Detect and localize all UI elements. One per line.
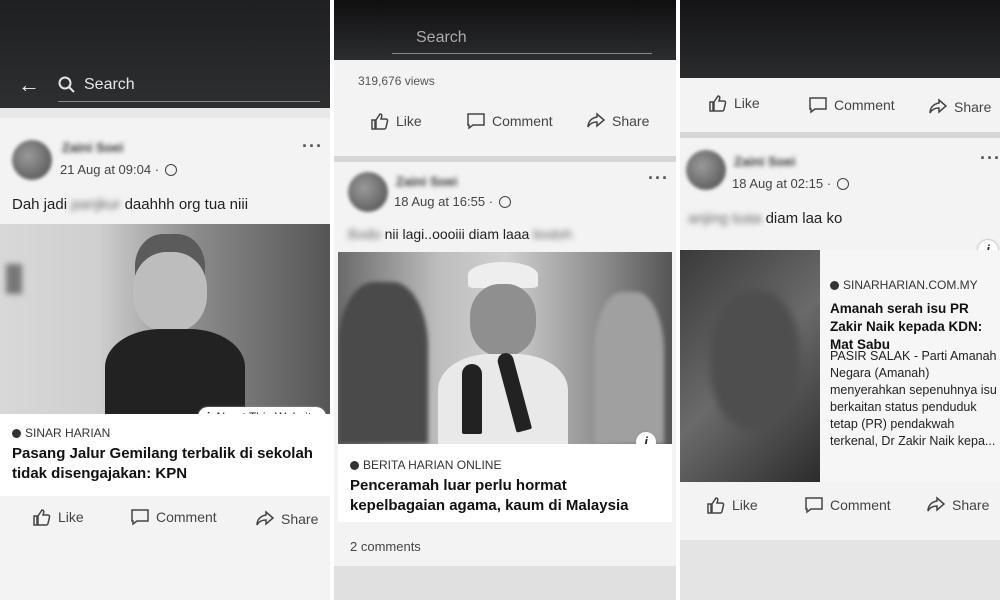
link-source: SINARHARIAN.COM.MY — [830, 278, 978, 292]
more-options-button[interactable]: ··· — [302, 136, 323, 157]
author-name[interactable]: Zaini Soei — [62, 140, 123, 155]
thumbs-up-icon — [707, 497, 725, 514]
man-figure — [710, 290, 800, 430]
author-name[interactable]: Zaini Soei — [734, 154, 795, 169]
avatar[interactable] — [348, 172, 388, 212]
man-figure — [105, 234, 245, 414]
comment-button[interactable]: Comment — [804, 496, 891, 514]
back-arrow-icon[interactable]: ← — [18, 72, 40, 98]
share-button[interactable]: Share — [926, 496, 989, 514]
top-bar — [680, 0, 1000, 78]
link-preview-image[interactable] — [0, 224, 330, 414]
post-timestamp[interactable]: 18 Aug at 16:55 · — [394, 194, 512, 209]
source-icon — [830, 280, 839, 290]
post-timestamp[interactable]: 21 Aug at 09:04 · — [60, 162, 178, 177]
link-snippet: PASIR SALAK - Parti Amanah Negara (Amana… — [830, 349, 997, 448]
comment-bubble-icon — [809, 97, 827, 114]
post-text: anjing tuaa diam laa ko — [688, 210, 843, 227]
share-arrow-icon — [929, 98, 948, 114]
globe-icon — [837, 177, 850, 190]
source-icon — [350, 460, 359, 470]
share-button[interactable]: Share — [586, 112, 649, 130]
comment-bubble-icon — [467, 113, 485, 130]
background-people — [338, 282, 428, 444]
search-underline — [392, 53, 652, 54]
link-headline: Amanah serah isu PR Zakir Naik kepada KD… — [830, 301, 983, 352]
link-preview-image[interactable] — [680, 250, 820, 482]
link-headline: Penceramah luar perlu hormat kepelbagaia… — [350, 477, 629, 514]
search-placeholder: Search — [84, 76, 135, 93]
link-preview-text[interactable]: SINAR HARIAN Pasang Jalur Gemilang terba… — [0, 414, 330, 496]
link-source: BERITA HARIAN ONLINE — [350, 458, 501, 472]
thumbs-up-icon — [371, 113, 389, 130]
thumbs-up-icon — [709, 95, 727, 112]
screenshot-panel-3: Like Comment Share Zaini Soei 18 Aug at … — [680, 0, 1000, 600]
share-arrow-icon — [587, 112, 606, 128]
redacted-word: Bodo — [348, 226, 381, 242]
share-button[interactable]: Share — [928, 98, 991, 116]
thumbs-up-icon — [33, 509, 51, 526]
background-people — [594, 292, 664, 444]
like-button[interactable]: Like — [370, 112, 422, 130]
microphone — [462, 364, 482, 434]
comment-button[interactable]: Comment — [466, 112, 553, 130]
author-name[interactable]: Zaini Soei — [396, 174, 457, 189]
blurred-object — [6, 264, 22, 294]
search-bar[interactable]: Search — [392, 28, 652, 54]
like-button[interactable]: Like — [708, 94, 760, 112]
screenshot-panel-1: ← Search Zaini Soei 21 Aug at 09:04 · ··… — [0, 0, 330, 600]
comments-count[interactable]: 2 comments — [350, 539, 421, 554]
share-arrow-icon — [256, 510, 275, 526]
post-text: Bodo nii lagi..oooiii diam laaa bodoh — [348, 226, 573, 242]
post-card: Zaini Soei 21 Aug at 09:04 · ··· Dah jad… — [0, 118, 330, 600]
comment-bubble-icon — [805, 497, 823, 514]
more-options-button[interactable]: ··· — [648, 168, 669, 189]
link-preview-text[interactable]: SINARHARIAN.COM.MY Amanah serah isu PR Z… — [820, 250, 1000, 482]
post-card: Like Comment Share Zaini Soei 18 Aug at … — [680, 78, 1000, 600]
avatar[interactable] — [12, 140, 52, 180]
comment-button[interactable]: Comment — [130, 508, 217, 526]
avatar[interactable] — [686, 150, 726, 190]
redacted-word: panjkur — [71, 196, 121, 213]
search-icon — [58, 76, 75, 93]
link-source: SINAR HARIAN — [12, 426, 110, 440]
globe-icon — [165, 163, 178, 176]
post-card: 319,676 views Like Comment Share Zaini S… — [334, 60, 676, 600]
source-icon — [12, 428, 21, 438]
separator — [680, 132, 1000, 138]
globe-icon — [499, 195, 512, 208]
view-count: 319,676 views — [358, 74, 435, 88]
separator — [334, 156, 676, 162]
link-preview-image[interactable] — [338, 252, 672, 444]
post-text: Dah jadi panjkur daahhh org tua niii — [12, 196, 249, 213]
like-button[interactable]: Like — [706, 496, 758, 514]
comment-bubble-icon — [131, 509, 149, 526]
search-placeholder: Search — [416, 29, 467, 46]
screenshot-panel-2: Search 319,676 views Like Comment Share … — [334, 0, 676, 600]
redacted-word: anjing tuaa — [688, 210, 762, 227]
comment-button[interactable]: Comment — [808, 96, 895, 114]
post-timestamp[interactable]: 18 Aug at 02:15 · — [732, 176, 850, 191]
search-bar[interactable]: Search — [58, 74, 320, 102]
redacted-word: bodoh — [533, 226, 573, 242]
separator — [334, 566, 676, 600]
search-underline — [58, 101, 320, 102]
like-button[interactable]: Like — [32, 508, 84, 526]
more-options-button[interactable]: ··· — [980, 148, 1000, 169]
share-button[interactable]: Share — [255, 510, 318, 528]
separator — [680, 540, 1000, 600]
share-arrow-icon — [927, 496, 946, 512]
link-headline: Pasang Jalur Gemilang terbalik di sekola… — [12, 445, 313, 482]
link-preview-text[interactable]: BERITA HARIAN ONLINE Penceramah luar per… — [338, 444, 672, 522]
